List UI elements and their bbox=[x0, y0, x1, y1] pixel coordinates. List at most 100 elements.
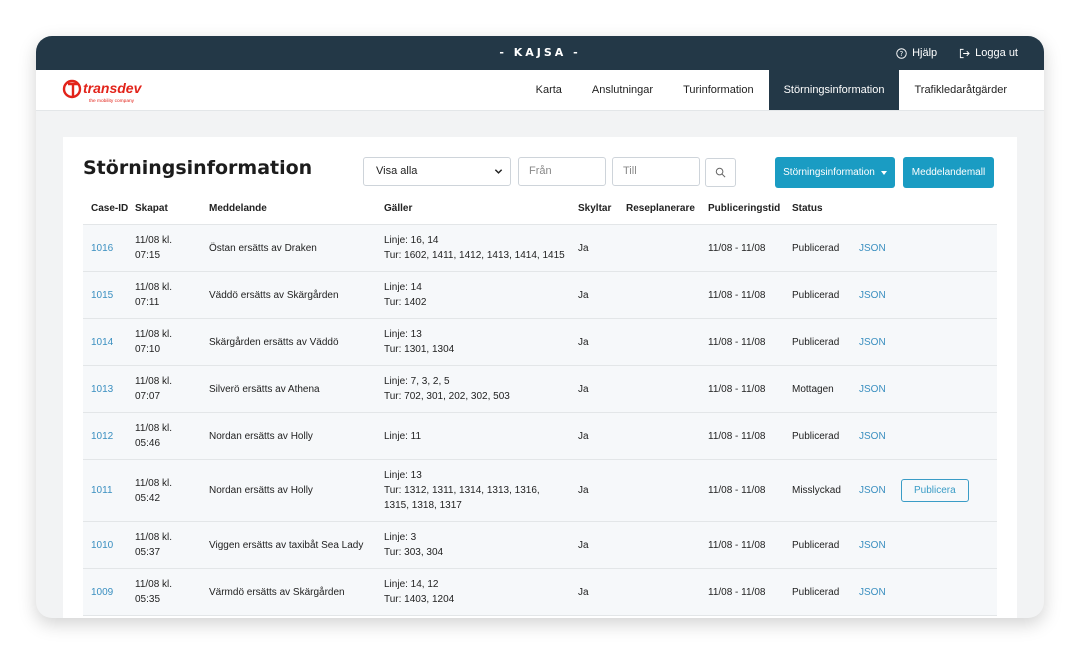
json-link[interactable]: JSON bbox=[859, 290, 886, 301]
header-status[interactable]: Status bbox=[792, 203, 859, 225]
case-id-link[interactable]: 1013 bbox=[91, 384, 113, 395]
created-line: 07:07 bbox=[135, 391, 161, 402]
applies-cell: Linje: 13 Tur: 1312, 1311, 1314, 1313, 13… bbox=[384, 459, 578, 522]
json-link[interactable]: JSON bbox=[859, 384, 886, 395]
table-row[interactable]: 1016 11/08 kl. 07:15 Östan ersätts av Drake… bbox=[83, 224, 997, 272]
json-link[interactable]: JSON bbox=[859, 243, 886, 254]
created-line: 07:10 bbox=[135, 344, 161, 355]
meddelandemall-button[interactable]: Meddelandemall bbox=[903, 157, 994, 188]
app-title: - KAJSA - bbox=[499, 46, 581, 59]
to-date-input[interactable]: Till bbox=[612, 157, 700, 186]
action-cell bbox=[901, 271, 997, 319]
nav-item-trafikledaratgarder[interactable]: Trafikledaråtgärder bbox=[899, 70, 1044, 110]
applies-cell: Linje: 11 bbox=[384, 412, 578, 460]
case-id-link[interactable]: 1011 bbox=[91, 485, 113, 496]
disruption-table: Case-ID Skapat Meddelande Gäller Skyltar… bbox=[83, 203, 997, 616]
filter-select-value: Visa alla bbox=[376, 165, 418, 177]
applies-line: Linje: 14, 12 bbox=[384, 579, 439, 590]
action-cell bbox=[901, 365, 997, 413]
case-id-link[interactable]: 1014 bbox=[91, 337, 113, 348]
case-id-link[interactable]: 1015 bbox=[91, 290, 113, 301]
table-row[interactable]: 1012 11/08 kl. 05:46 Nordan ersätts av Holl… bbox=[83, 412, 997, 460]
help-link[interactable]: ? Hjälp bbox=[896, 47, 937, 59]
json-link[interactable]: JSON bbox=[859, 540, 886, 551]
status-cell: Publicerad bbox=[792, 568, 859, 616]
header-reseplanerare[interactable]: Reseplanerare bbox=[626, 203, 708, 225]
from-date-input[interactable]: Från bbox=[518, 157, 606, 186]
dropdown-button-label: Störningsinformation bbox=[783, 167, 875, 178]
table-row[interactable]: 1010 11/08 kl. 05:37 Viggen ersätts av taxi… bbox=[83, 521, 997, 569]
publish-period-cell: 11/08 - 11/08 bbox=[708, 224, 792, 272]
json-cell: JSON bbox=[859, 412, 901, 460]
json-cell: JSON bbox=[859, 224, 901, 272]
created-line: 11/08 kl. bbox=[135, 477, 173, 489]
table-row[interactable]: 1014 11/08 kl. 07:10 Skärgården ersätts av … bbox=[83, 318, 997, 366]
table-row[interactable]: 1013 11/08 kl. 07:07 Silverö ersätts av Ath… bbox=[83, 365, 997, 413]
case-id-link[interactable]: 1016 bbox=[91, 243, 113, 254]
publish-button[interactable]: Publicera bbox=[901, 479, 969, 502]
table-row[interactable]: 1011 11/08 kl. 05:42 Nordan ersätts av Holl… bbox=[83, 459, 997, 522]
header-galler[interactable]: Gäller bbox=[384, 203, 578, 225]
header-case-id[interactable]: Case-ID bbox=[83, 203, 135, 225]
applies-line: Tur: 1312, 1311, 1314, 1313, 1316, bbox=[384, 485, 540, 496]
search-button[interactable] bbox=[705, 158, 736, 187]
action-cell bbox=[901, 521, 997, 569]
logout-icon bbox=[960, 48, 970, 58]
logout-link[interactable]: Logga ut bbox=[959, 47, 1018, 59]
json-cell: JSON bbox=[859, 568, 901, 616]
help-label: Hjälp bbox=[912, 47, 938, 59]
table-row[interactable]: 1009 11/08 kl. 05:35 Värmdö ersätts av Skär… bbox=[83, 568, 997, 616]
message-cell: Nordan ersätts av Holly bbox=[209, 459, 384, 522]
header-skyltar[interactable]: Skyltar bbox=[578, 203, 626, 225]
table-row[interactable]: 1015 11/08 kl. 07:11 Väddö ersätts av Skärg… bbox=[83, 271, 997, 319]
message-cell: Viggen ersätts av taxibåt Sea Lady bbox=[209, 521, 384, 569]
applies-line: Tur: 1403, 1204 bbox=[384, 594, 455, 605]
status-cell: Publicerad bbox=[792, 521, 859, 569]
json-cell: JSON bbox=[859, 365, 901, 413]
json-link[interactable]: JSON bbox=[859, 587, 886, 598]
header-skapat[interactable]: Skapat bbox=[135, 203, 209, 225]
created-line: 05:35 bbox=[135, 594, 161, 605]
created-line: 07:11 bbox=[135, 297, 160, 308]
planner-cell bbox=[626, 224, 708, 272]
created-line: 05:46 bbox=[135, 438, 161, 449]
created-cell: 11/08 kl. 05:37 bbox=[135, 521, 209, 569]
created-line: 05:37 bbox=[135, 547, 161, 558]
message-cell: Östan ersätts av Draken bbox=[209, 224, 384, 272]
header-publiceringstid[interactable]: Publiceringstid bbox=[708, 203, 792, 225]
json-link[interactable]: JSON bbox=[859, 485, 886, 496]
caret-down-icon bbox=[880, 170, 887, 175]
storningsinformation-dropdown-button[interactable]: Störningsinformation bbox=[775, 157, 895, 188]
created-cell: 11/08 kl. 05:42 bbox=[135, 459, 209, 522]
applies-line: Tur: 1602, 1411, 1412, 1413, 1414, 1415 bbox=[384, 250, 565, 261]
case-id-link[interactable]: 1010 bbox=[91, 540, 113, 551]
signs-cell: Ja bbox=[578, 224, 626, 272]
nav-item-anslutningar[interactable]: Anslutningar bbox=[577, 70, 668, 110]
created-line: 11/08 kl. bbox=[135, 235, 173, 246]
header-meddelande[interactable]: Meddelande bbox=[209, 203, 384, 225]
case-id-link[interactable]: 1012 bbox=[91, 431, 113, 442]
transdev-logo[interactable]: transdev the mobility company bbox=[62, 76, 154, 106]
publish-period-cell: 11/08 - 11/08 bbox=[708, 568, 792, 616]
nav-item-karta[interactable]: Karta bbox=[521, 70, 577, 110]
publish-period-cell: 11/08 - 11/08 bbox=[708, 412, 792, 460]
applies-line: 1315, 1318, 1317 bbox=[384, 500, 462, 511]
help-icon: ? bbox=[896, 47, 907, 59]
nav-item-storningsinformation[interactable]: Störningsinformation bbox=[768, 70, 900, 110]
nav-item-turinformation[interactable]: Turinformation bbox=[668, 70, 769, 110]
header-action bbox=[901, 203, 997, 225]
json-link[interactable]: JSON bbox=[859, 431, 886, 442]
filter-select[interactable]: Visa alla bbox=[363, 157, 511, 186]
case-id-link[interactable]: 1009 bbox=[91, 587, 113, 598]
created-cell: 11/08 kl. 05:35 bbox=[135, 568, 209, 616]
signs-cell: Ja bbox=[578, 412, 626, 460]
created-line: 11/08 kl. bbox=[135, 329, 173, 340]
status-cell: Publicerad bbox=[792, 318, 859, 366]
json-link[interactable]: JSON bbox=[859, 337, 886, 348]
planner-cell bbox=[626, 271, 708, 319]
logo-wordmark: transdev bbox=[83, 80, 143, 96]
applies-cell: Linje: 3 Tur: 303, 304 bbox=[384, 521, 578, 569]
created-line: 11/08 kl. bbox=[135, 423, 173, 434]
created-line: 05:42 bbox=[135, 492, 161, 504]
applies-line: Linje: 13 bbox=[384, 329, 422, 340]
